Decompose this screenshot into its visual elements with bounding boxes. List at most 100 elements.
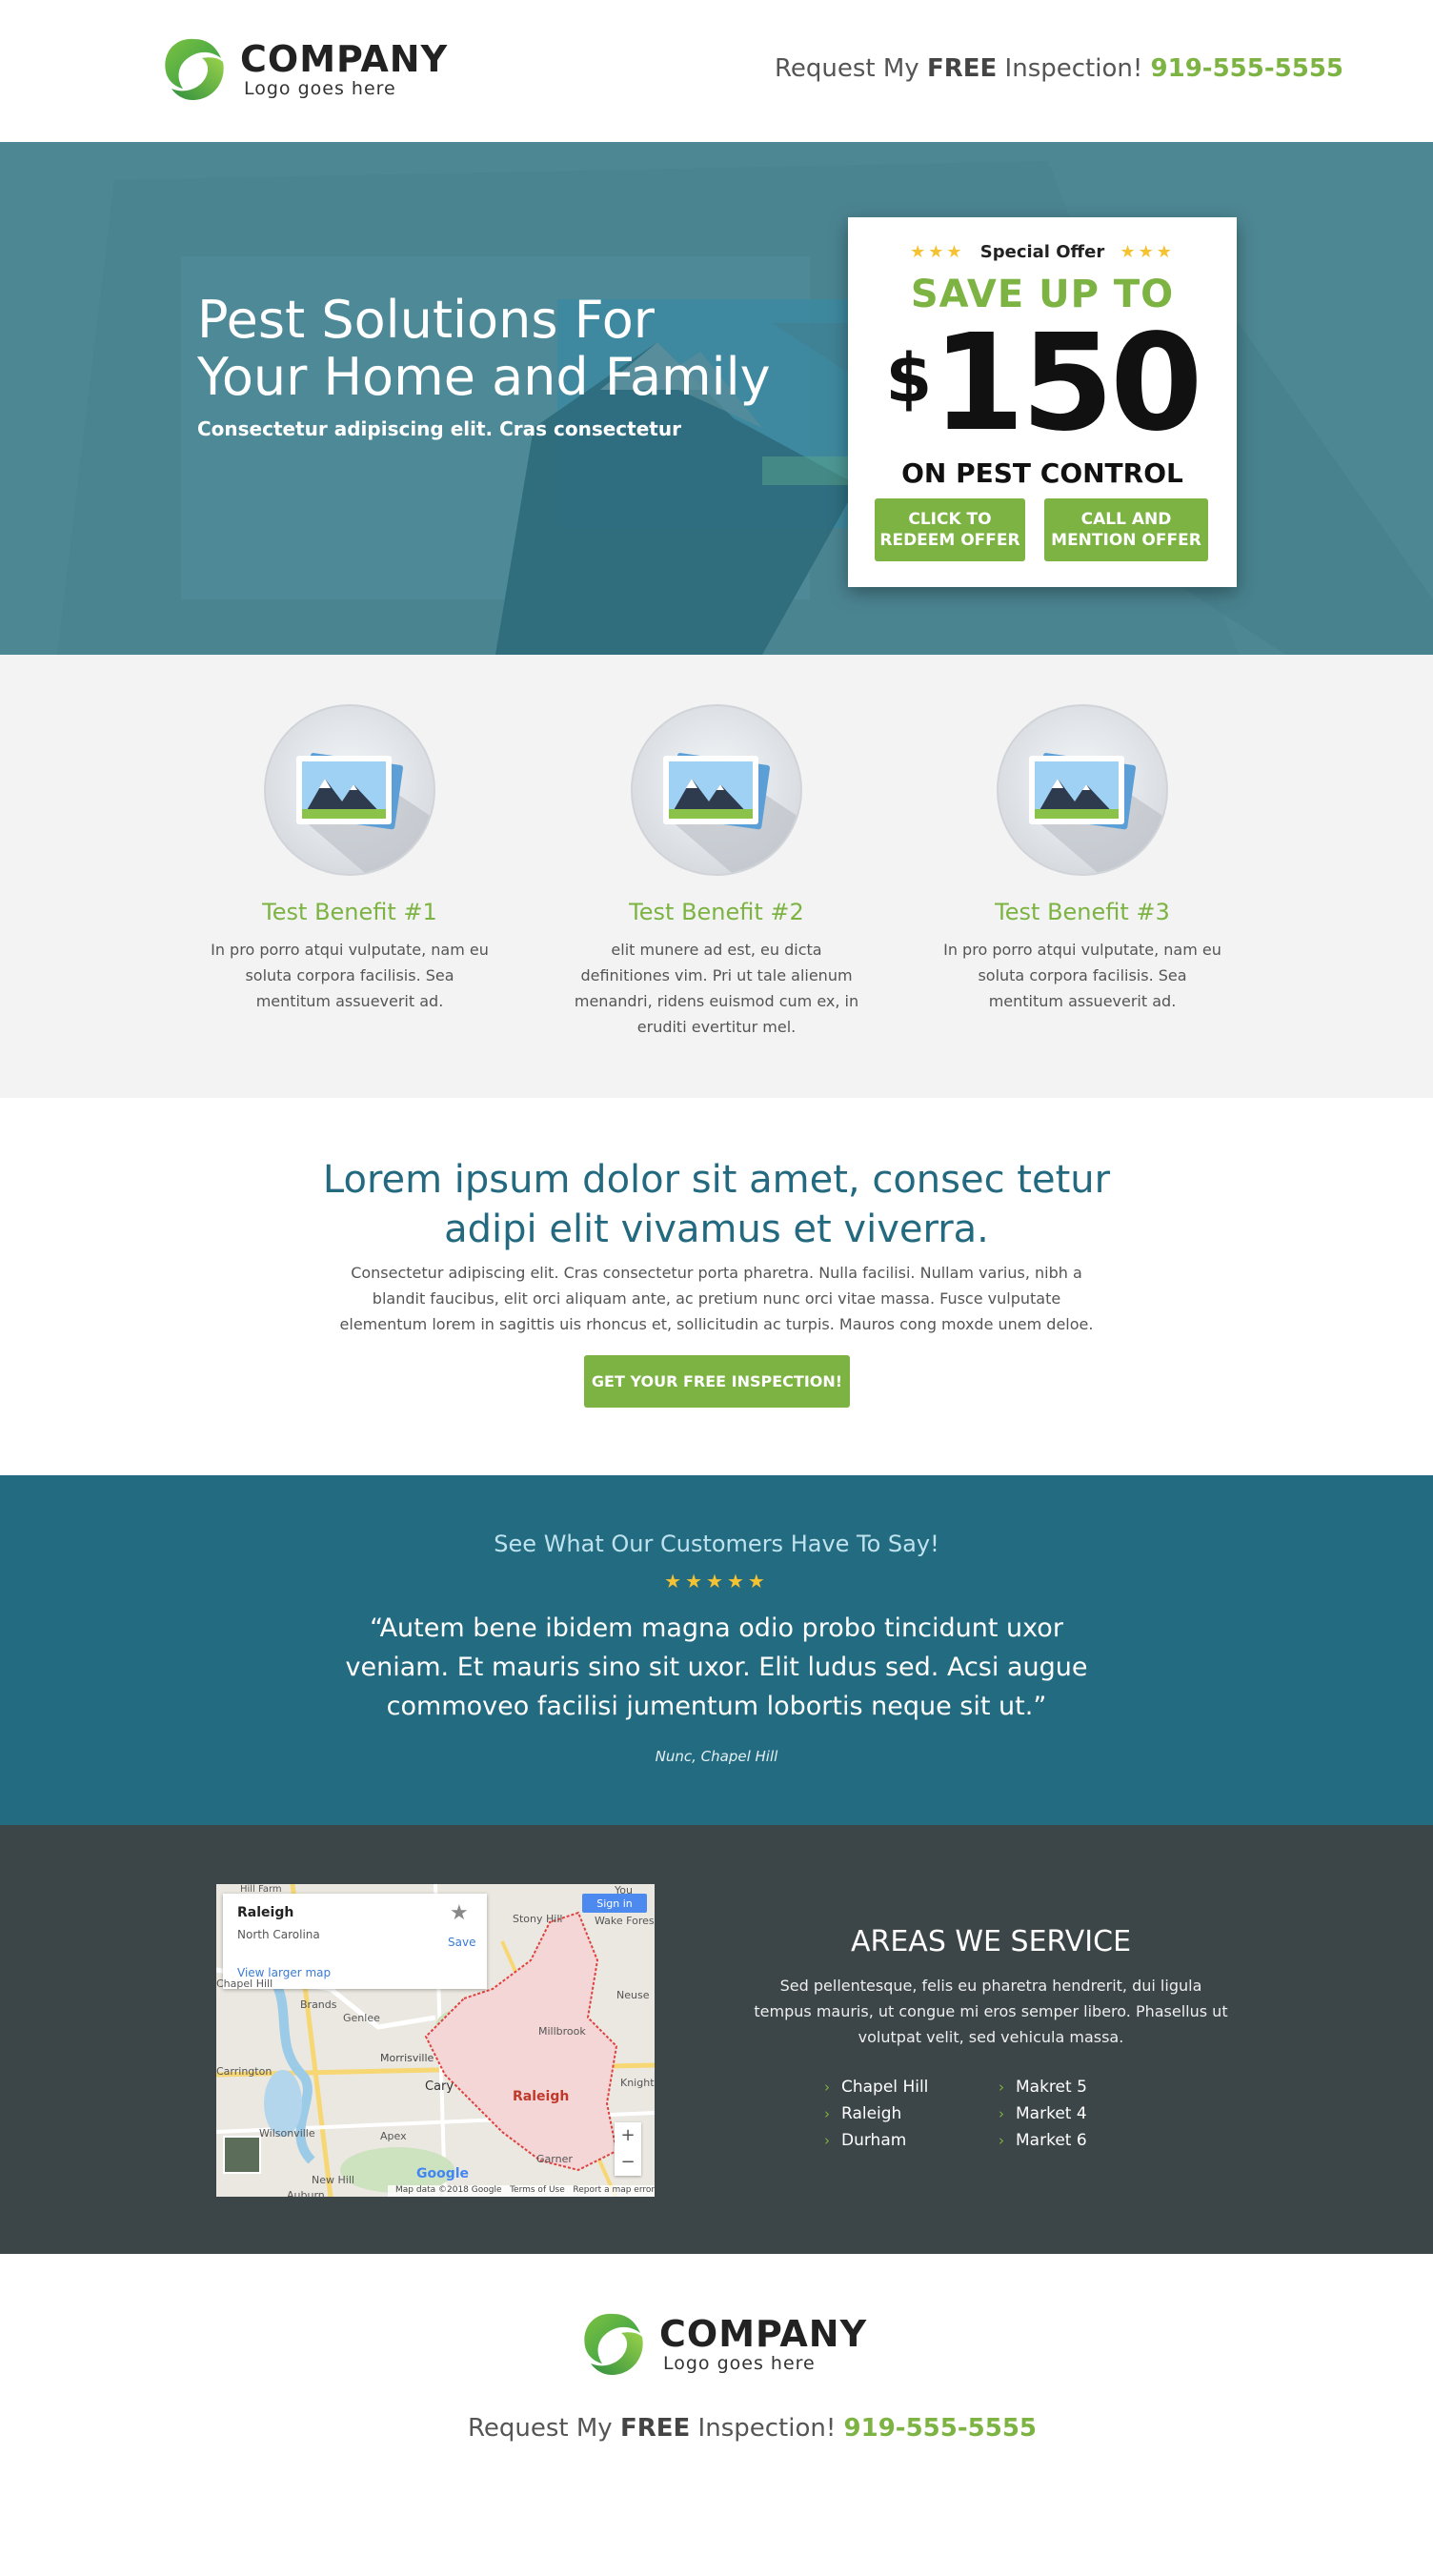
zoom-in-button[interactable]: + [615,2122,641,2149]
call-button-line2: MENTION OFFER [1051,531,1201,550]
cta-suffix: Inspection! [690,2414,844,2443]
company-name: COMPANY [240,38,449,80]
map-label: Wilsonville [259,2127,315,2140]
benefit-image-circle [264,704,435,876]
header-phone-link[interactable]: 919-555-5555 [1151,54,1344,83]
map-label: Carrington [216,2065,272,2078]
redeem-button-line1: CLICK TO [908,510,992,529]
leaf-logo-icon [584,2313,643,2375]
footer-phone-link[interactable]: 919-555-5555 [844,2414,1038,2443]
cta-prefix: Request My [775,54,927,83]
area-name: Raleigh [841,2104,902,2123]
testimonial-heading: See What Our Customers Have To Say! [494,1531,939,1557]
satellite-toggle-button[interactable] [223,2136,261,2174]
intro-heading: Lorem ipsum dolor sit amet, consec tetur… [288,1155,1145,1254]
cta-suffix: Inspection! [997,54,1151,83]
benefit-image-circle [997,704,1168,876]
map-label: Wake Fores [595,1915,655,1927]
site-header: COMPANY Logo goes here Request My FREE I… [0,0,1433,142]
map-label: Raleigh [513,2089,570,2104]
footer-inspection-cta: Request My FREE Inspection! 919-555-5555 [468,2414,1037,2443]
chevron-right-icon: › [824,2079,830,2096]
site-footer: COMPANY Logo goes here Request My FREE I… [0,2254,1433,2576]
redeem-offer-button[interactable]: CLICK TO REDEEM OFFER [875,498,1025,561]
map-label: Knight [620,2077,655,2089]
area-item: › Market 6 [999,2127,1087,2154]
map-label: Millbrook [538,2025,586,2038]
google-logo: Google [416,2166,470,2181]
save-star-icon[interactable]: ★ [450,1901,469,1925]
testimonial-section: See What Our Customers Have To Say! ★★★★… [0,1475,1433,1825]
area-name: Makret 5 [1016,2078,1087,2097]
redeem-button-line2: REDEEM OFFER [879,531,1020,550]
map-label: Chapel Hill [216,1978,273,1990]
intro-section: Lorem ipsum dolor sit amet, consec tetur… [0,1098,1433,1475]
hero-subtitle: Consectetur adipiscing elit. Cras consec… [197,417,681,440]
areas-description: Sed pellentesque, felis eu pharetra hend… [754,1977,1228,2046]
area-name: Durham [841,2131,907,2150]
map-place-name: Raleigh [237,1905,294,1920]
benefits-section: Test Benefit #1 In pro porro atqui vulpu… [0,655,1433,1098]
zoom-out-button[interactable]: − [615,2149,641,2176]
image-icon [1029,753,1166,874]
testimonial-quote: “Autem bene ibidem magna odio probo tinc… [345,1613,1088,1721]
map-label: Cary [425,2079,454,2094]
special-offer-label-row: ★★★ Special Offer ★★★ [848,242,1237,262]
map-label: New Hill [312,2174,354,2186]
rating-stars-icon: ★★★★★ [664,1570,769,1592]
leaf-logo-icon [165,38,224,100]
area-name: Market 6 [1016,2131,1087,2150]
special-offer-label: Special Offer [979,242,1105,262]
map-signin-label: Sign in [596,1897,633,1910]
benefit-title: Test Benefit #3 [995,899,1170,925]
company-logo[interactable]: COMPANY Logo goes here [158,33,448,106]
area-item: › Chapel Hill [824,2074,928,2100]
intro-heading-line2: adipi elit vivamus et viverra. [444,1207,989,1251]
map-place-region: North Carolina [237,1928,320,1941]
chevron-right-icon: › [999,2132,1004,2149]
offer-subline: ON PEST CONTROL [901,457,1183,489]
footer-company-logo[interactable]: COMPANY Logo goes here [577,2308,867,2381]
map-zoom-controls: + − [615,2122,641,2176]
call-button-line1: CALL AND [1080,510,1172,529]
area-item: › Market 4 [999,2100,1087,2127]
image-icon [296,753,434,874]
map-label: Brands [300,1998,337,2011]
areas-heading: AREAS WE SERVICE [850,1925,1132,1958]
map-signin-button[interactable]: Sign in [582,1894,647,1913]
offer-amount: $150 [848,313,1237,456]
testimonial-author: Nunc, Chapel Hill [655,1748,778,1765]
map-save-link[interactable]: Save [448,1936,475,1949]
benefit-text: In pro porro atqui vulputate, nam eu sol… [211,941,489,1010]
area-name: Chapel Hill [841,2078,929,2097]
chevron-right-icon: › [824,2132,830,2149]
star-icon: ★★★ [1120,242,1175,262]
map-place-card: Raleigh North Carolina View larger map ★… [223,1894,487,1989]
map-label: Auburn [287,2189,325,2197]
map-label: Neuse [616,1989,650,2001]
cta-free: FREE [619,2414,691,2443]
map-label: You [615,1884,633,1897]
service-area-map[interactable]: Raleigh North Carolina View larger map ★… [216,1884,655,2197]
areas-list-col1: › Chapel Hill › Raleigh › Durham [824,2074,928,2154]
call-mention-offer-button[interactable]: CALL AND MENTION OFFER [1044,498,1208,561]
benefit-text: elit munere ad est, eu dicta definitione… [574,941,859,1036]
map-label: Morrisville [380,2052,434,2064]
benefit-title: Test Benefit #1 [262,899,437,925]
map-attribution: Map data ©2018 Google Terms of Use Repor… [388,2185,655,2197]
map-label: Apex [380,2130,407,2142]
free-inspection-button[interactable]: GET YOUR FREE INSPECTION! [584,1355,850,1408]
map-label: Hill Farm [240,1884,282,1895]
areas-list-col2: › Makret 5 › Market 4 › Market 6 [999,2074,1087,2154]
map-label: Genlee [343,2012,380,2024]
offer-currency: $ [885,339,933,417]
offer-amount-value: 150 [932,306,1202,461]
chevron-right-icon: › [824,2105,830,2122]
area-item: › Makret 5 [999,2074,1087,2100]
intro-heading-line1: Lorem ipsum dolor sit amet, consec tetur [322,1158,1111,1202]
hero-title-line2: Your Home and Family [197,347,771,407]
special-offer-card: ★★★ Special Offer ★★★ SAVE UP TO $150 ON… [848,217,1237,587]
intro-body: Consectetur adipiscing elit. Cras consec… [339,1264,1094,1333]
area-name: Market 4 [1016,2104,1087,2123]
footer-company-name: COMPANY [659,2313,868,2355]
